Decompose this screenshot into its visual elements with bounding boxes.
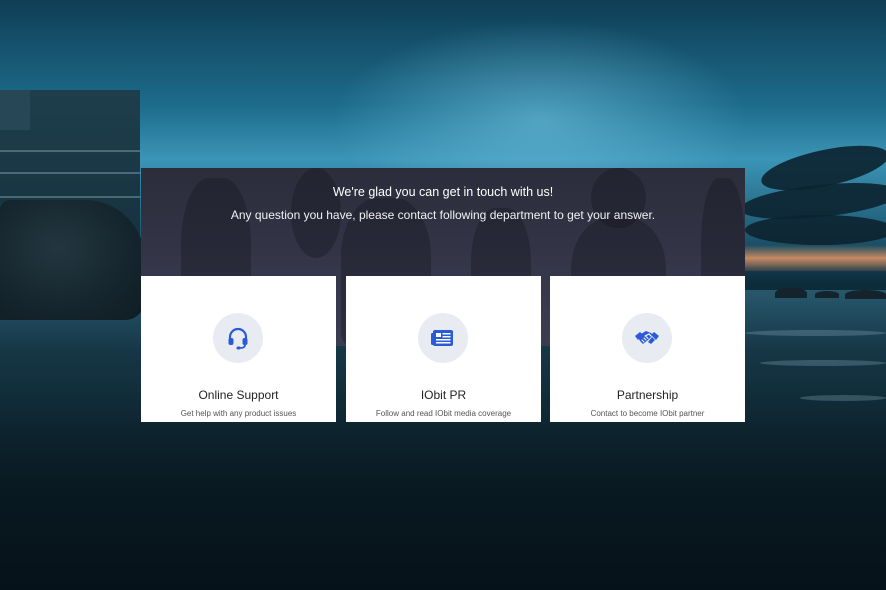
building-railing — [0, 150, 140, 152]
island — [845, 290, 886, 299]
icon-circle — [213, 313, 263, 363]
partnership-card[interactable]: Partnership Contact to become IObit part… — [550, 276, 745, 422]
icon-circle — [622, 313, 672, 363]
newspaper-icon — [431, 330, 453, 346]
card-title: Partnership — [616, 388, 679, 402]
cloud — [745, 215, 886, 245]
card-title: Online Support — [198, 388, 279, 402]
wave — [760, 360, 886, 366]
card-description: Follow and read IObit media coverage — [375, 409, 512, 418]
contact-panel: We're glad you can get in touch with us!… — [141, 168, 745, 422]
island — [815, 291, 839, 298]
headset-icon — [228, 327, 248, 350]
wave — [800, 395, 886, 401]
beach-shadow — [0, 420, 886, 590]
sunset-glow — [745, 245, 886, 271]
card-description: Contact to become IObit partner — [590, 409, 705, 418]
card-description: Get help with any product issues — [180, 409, 297, 418]
department-cards: Online Support Get help with any product… — [141, 276, 745, 422]
wave — [745, 330, 886, 336]
desktop-background: We're glad you can get in touch with us!… — [0, 0, 886, 590]
building-railing — [0, 172, 140, 174]
online-support-card[interactable]: Online Support Get help with any product… — [141, 276, 336, 422]
card-title: IObit PR — [420, 388, 467, 402]
building-railing — [0, 196, 140, 198]
iobit-pr-card[interactable]: IObit PR Follow and read IObit media cov… — [346, 276, 541, 422]
hero-subtitle: Any question you have, please contact fo… — [230, 208, 656, 222]
rocks — [0, 200, 145, 320]
building-roof — [0, 90, 30, 130]
hero-title: We're glad you can get in touch with us! — [332, 185, 554, 199]
island — [775, 288, 807, 298]
icon-circle — [418, 313, 468, 363]
handshake-icon — [635, 331, 659, 344]
